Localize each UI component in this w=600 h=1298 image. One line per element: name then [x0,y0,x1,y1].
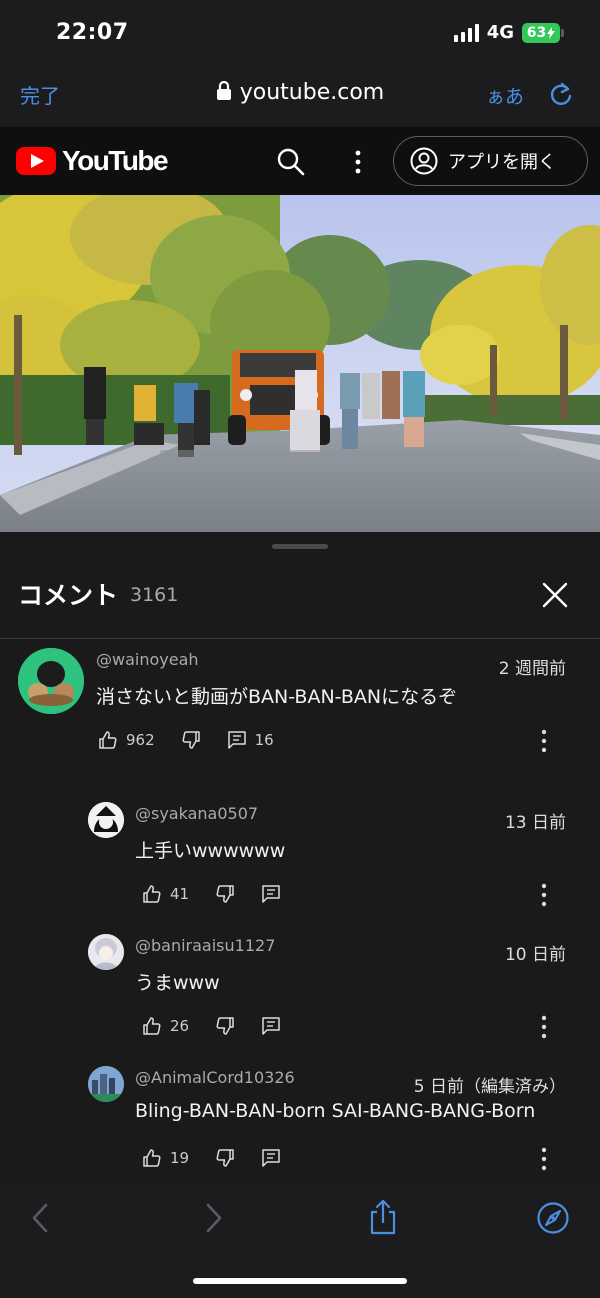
thumbs-down-icon [216,885,234,903]
address-bar: 完了 youtube.com ぁあ [0,68,600,120]
comment-text: 上手いwwwwww [135,840,286,862]
like-count: 962 [126,731,155,749]
forward-icon[interactable] [204,1202,224,1234]
compass-icon[interactable] [536,1201,570,1235]
comment-text: Bling-BAN-BAN-born SAI-BANG-BANG-Born [135,1100,536,1122]
reply-item: @baniraaisu1127 10 日前 うまwww 26 [0,930,600,1060]
avatar[interactable] [88,802,124,838]
signal-icon [453,23,479,42]
thumbs-up-icon [143,885,161,903]
comments-panel: コメント 3161 @wainoyeah 2 週間前 消さないと動画がBAN-B… [0,532,600,1182]
like-button[interactable]: 41 [142,884,189,904]
back-icon[interactable] [30,1202,50,1234]
status-time: 22:07 [56,20,129,45]
home-indicator[interactable] [193,1278,407,1284]
drag-handle[interactable] [272,544,328,549]
open-app-label: アプリを開く [448,152,556,173]
thumbs-down-icon [216,1149,234,1167]
comment-time: 5 日前（編集済み） [413,1077,566,1097]
account-icon [410,147,438,175]
like-count: 41 [170,885,190,903]
reply-item: @syakana0507 13 日前 上手いwwwwww 41 [0,798,600,928]
close-icon[interactable] [540,580,570,610]
comment-actions: 26 [142,1016,307,1036]
reply-icon [262,1149,280,1167]
like-count: 26 [170,1017,190,1035]
reply-icon [262,885,280,903]
reply-item: @AnimalCord10326 5 日前（編集済み） Bling-BAN-BA… [0,1062,600,1182]
youtube-logo-text: YouTube [62,145,169,176]
reply-button[interactable] [261,884,281,904]
more-vert-icon[interactable] [538,882,550,908]
reply-icon [262,1017,280,1035]
thumbs-up-icon [143,1017,161,1035]
comment-text: うまwww [135,972,220,994]
youtube-logo[interactable]: YouTube [16,145,169,177]
more-vert-icon[interactable] [538,1146,550,1172]
dislike-button[interactable] [215,884,235,904]
reply-button[interactable]: 16 [227,730,274,750]
dislike-button[interactable] [215,1016,235,1036]
avatar[interactable] [18,648,84,714]
browser-top: 22:07 4G 63 完了 youtube.com ぁあ [0,0,600,127]
dislike-button[interactable] [181,730,201,750]
comment-time: 10 日前 [504,945,566,965]
more-vert-icon[interactable] [538,1014,550,1040]
like-button[interactable]: 962 [98,730,155,750]
avatar-image [88,802,124,838]
open-app-button[interactable]: アプリを開く [393,136,588,186]
avatar-image [88,1066,124,1102]
youtube-play-icon [16,147,56,175]
lock-icon [216,81,231,100]
reply-button[interactable] [261,1016,281,1036]
battery-icon: 63 [522,22,564,43]
video-player[interactable] [0,195,600,532]
thumbs-up-icon [99,731,117,749]
url-text: youtube.com [239,80,385,105]
like-button[interactable]: 26 [142,1016,189,1036]
comment-actions: 19 [142,1148,307,1168]
youtube-header: YouTube アプリを開く [0,127,600,195]
video-frame [0,195,600,532]
comment-item: @wainoyeah 2 週間前 消さないと動画がBAN-BAN-BANになるぞ… [0,642,600,792]
reload-icon[interactable] [548,80,574,108]
like-count: 19 [170,1149,190,1167]
comment-time: 13 日前 [504,813,566,833]
thumbs-down-icon [182,731,200,749]
dislike-button[interactable] [215,1148,235,1168]
divider [0,638,600,639]
more-vert-icon[interactable] [538,728,550,754]
more-vert-icon[interactable] [350,147,366,177]
network-type: 4G [486,22,514,43]
comment-author[interactable]: @wainoyeah [96,650,199,669]
comment-author[interactable]: @AnimalCord10326 [135,1068,295,1087]
avatar[interactable] [88,934,124,970]
text-size-button[interactable]: ぁあ [486,82,524,109]
comment-author[interactable]: @baniraaisu1127 [135,936,275,955]
avatar-image [18,648,84,714]
thumbs-down-icon [216,1017,234,1035]
comments-title: コメント [18,581,119,610]
comment-actions: 962 16 [98,730,300,750]
like-button[interactable]: 19 [142,1148,189,1168]
thumbs-up-icon [143,1149,161,1167]
avatar-image [88,934,124,970]
reply-count: 16 [254,731,274,749]
comment-author[interactable]: @syakana0507 [135,804,258,823]
search-icon[interactable] [276,147,306,177]
comments-count: 3161 [130,584,179,606]
comment-actions: 41 [142,884,307,904]
status-indicators: 4G 63 [453,22,564,43]
comment-time: 2 週間前 [498,659,566,679]
avatar[interactable] [88,1066,124,1102]
battery-level: 63 [526,24,547,41]
reply-icon [227,731,246,749]
share-icon[interactable] [368,1198,398,1236]
comment-text: 消さないと動画がBAN-BAN-BANになるぞ [96,686,458,708]
reply-button[interactable] [261,1148,281,1168]
